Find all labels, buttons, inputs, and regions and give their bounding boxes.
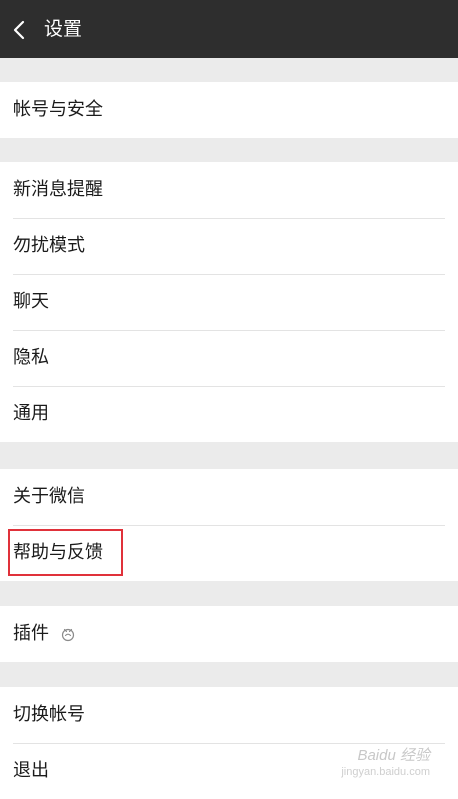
watermark-brand: Baidu 经验 <box>357 747 430 764</box>
plugin-badge-icon <box>61 628 75 642</box>
menu-item-label: 勿扰模式 <box>13 235 85 256</box>
menu-item-label: 插件 <box>13 623 49 644</box>
menu-item-label: 退出 <box>13 760 49 781</box>
menu-item-label: 通用 <box>13 403 49 424</box>
settings-group-general: 新消息提醒 勿扰模式 聊天 隐私 通用 <box>0 162 458 442</box>
menu-item-new-message-alerts[interactable]: 新消息提醒 <box>0 162 458 218</box>
back-arrow-icon <box>13 20 25 40</box>
menu-item-general[interactable]: 通用 <box>0 386 458 442</box>
header-bar: 设置 <box>0 0 458 58</box>
menu-item-do-not-disturb[interactable]: 勿扰模式 <box>0 218 458 274</box>
menu-item-label: 隐私 <box>13 347 49 368</box>
menu-item-account-security[interactable]: 帐号与安全 <box>0 82 458 138</box>
annotation-highlight-box <box>8 529 123 576</box>
menu-item-switch-account[interactable]: 切换帐号 <box>0 687 458 743</box>
settings-group-logout: 切换帐号 退出 <box>0 687 458 799</box>
menu-item-label: 关于微信 <box>13 486 85 507</box>
settings-group-plugins: 插件 <box>0 606 458 662</box>
watermark: Baidu 经验 jingyan.baidu.com <box>341 748 430 780</box>
back-button[interactable] <box>8 12 34 46</box>
page-title: 设置 <box>44 18 83 40</box>
menu-item-label: 聊天 <box>13 291 49 312</box>
menu-item-plugins[interactable]: 插件 <box>0 606 458 662</box>
menu-item-label: 切换帐号 <box>13 704 85 725</box>
menu-item-privacy[interactable]: 隐私 <box>0 330 458 386</box>
menu-item-chat[interactable]: 聊天 <box>0 274 458 330</box>
menu-item-about-wechat[interactable]: 关于微信 <box>0 469 458 525</box>
settings-group-account: 帐号与安全 <box>0 82 458 138</box>
menu-item-label: 帐号与安全 <box>13 99 103 120</box>
watermark-url: jingyan.baidu.com <box>341 766 430 778</box>
menu-item-label: 新消息提醒 <box>13 179 103 200</box>
